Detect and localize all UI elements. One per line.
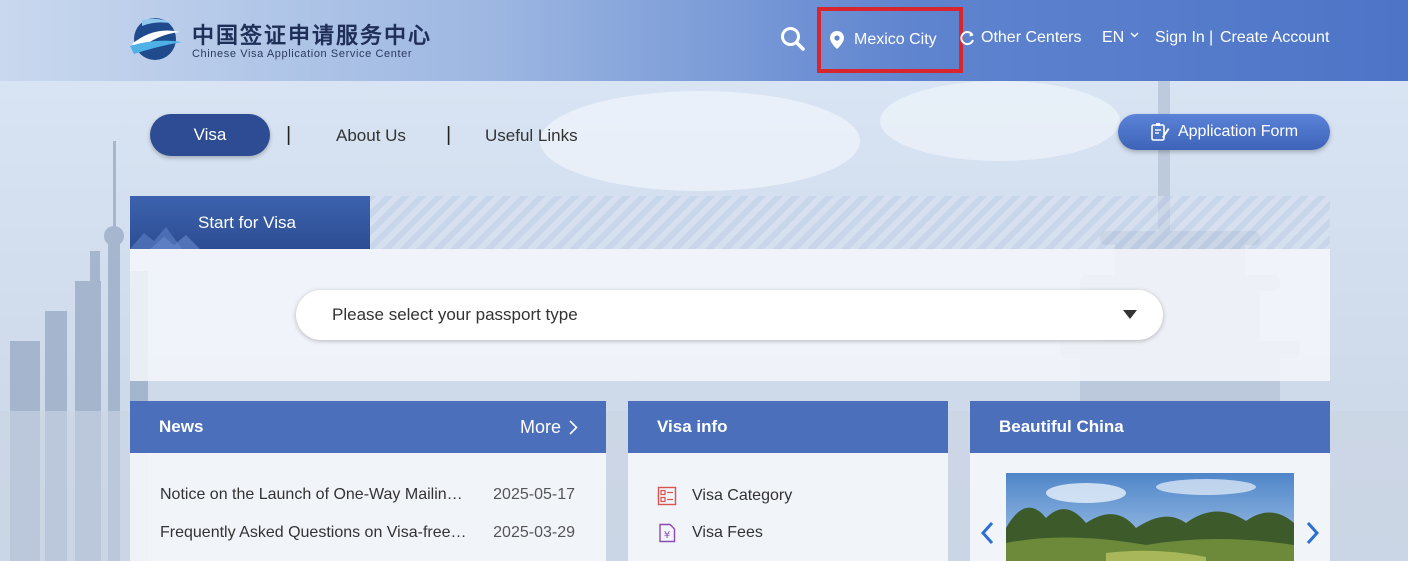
visa-category-label: Visa Category — [692, 487, 793, 504]
chevron-down-icon — [1130, 32, 1139, 38]
beautiful-china-card: Beautiful China — [970, 401, 1330, 561]
logo-swoosh-icon — [130, 18, 182, 60]
sign-in-link[interactable]: Sign In — [1155, 29, 1205, 47]
beautiful-china-header: Beautiful China — [970, 401, 1330, 453]
subnav-separator: | — [446, 124, 452, 146]
top-header: 中国签证申请服务中心 Chinese Visa Application Serv… — [0, 0, 1408, 81]
carousel-prev-icon[interactable] — [980, 521, 994, 545]
news-header: News More — [130, 401, 606, 453]
tab-about-us[interactable]: About Us — [336, 126, 406, 146]
visa-info-card: Visa info Visa Category ¥ Visa Fees — [628, 401, 948, 561]
location-selector[interactable]: Mexico City — [817, 7, 963, 73]
location-pin-icon — [830, 31, 844, 49]
visa-info-header: Visa info — [628, 401, 948, 453]
news-title: News — [159, 417, 204, 436]
passport-type-select[interactable]: Please select your passport type — [296, 290, 1163, 340]
news-item-title[interactable]: Notice on the Launch of One-Way Mailing … — [160, 486, 470, 504]
visa-category-link[interactable]: Visa Category — [657, 486, 792, 506]
logo-english-text: Chinese Visa Application Service Center — [192, 48, 413, 60]
application-form-button[interactable]: Application Form — [1118, 114, 1330, 150]
beautiful-china-title: Beautiful China — [999, 417, 1124, 436]
news-item-title[interactable]: Frequently Asked Questions on Visa-free … — [160, 524, 470, 542]
subnav-separator: | — [286, 124, 292, 146]
start-panel-tab: Start for Visa — [130, 196, 370, 249]
header-separator: | — [1209, 29, 1214, 46]
caret-down-icon — [1123, 310, 1137, 319]
svg-text:¥: ¥ — [664, 530, 670, 541]
location-label: Mexico City — [854, 31, 937, 48]
visa-fees-link[interactable]: ¥ Visa Fees — [657, 523, 763, 543]
search-button[interactable] — [780, 26, 806, 52]
china-landscape-image[interactable] — [1006, 473, 1294, 561]
news-card: News More Notice on the Launch of One-Wa… — [130, 401, 606, 561]
news-item[interactable]: Notice on the Launch of One-Way Mailing … — [160, 486, 575, 504]
list-icon — [657, 486, 677, 506]
other-centers-label: Other Centers — [981, 29, 1082, 46]
news-item-date: 2025-03-29 — [493, 524, 575, 541]
language-selector[interactable]: EN — [1102, 29, 1139, 47]
other-centers-link[interactable]: Other Centers — [960, 29, 1081, 47]
passport-type-placeholder: Please select your passport type — [332, 305, 578, 324]
tab-useful-links[interactable]: Useful Links — [485, 126, 578, 146]
refresh-icon — [960, 31, 974, 46]
create-account-link[interactable]: Create Account — [1220, 29, 1329, 47]
search-icon — [781, 27, 805, 51]
more-label: More — [519, 417, 561, 437]
chevron-right-icon — [569, 420, 578, 435]
news-item[interactable]: Frequently Asked Questions on Visa-free … — [160, 524, 575, 542]
yuan-icon: ¥ — [659, 523, 676, 543]
logo-chinese-text: 中国签证申请服务中心 — [192, 23, 433, 49]
language-label: EN — [1102, 29, 1125, 46]
form-edit-icon — [1151, 123, 1170, 141]
visa-fees-label: Visa Fees — [692, 524, 763, 541]
news-more-link[interactable]: More — [520, 417, 578, 438]
carousel-next-icon[interactable] — [1306, 521, 1320, 545]
start-panel-title: Start for Visa — [198, 213, 296, 232]
site-logo[interactable]: 中国签证申请服务中心 Chinese Visa Application Serv… — [128, 14, 430, 66]
tab-visa[interactable]: Visa — [150, 114, 270, 156]
visa-info-title: Visa info — [657, 417, 728, 436]
application-form-label: Application Form — [1177, 123, 1299, 140]
news-item-date: 2025-05-17 — [493, 486, 575, 503]
